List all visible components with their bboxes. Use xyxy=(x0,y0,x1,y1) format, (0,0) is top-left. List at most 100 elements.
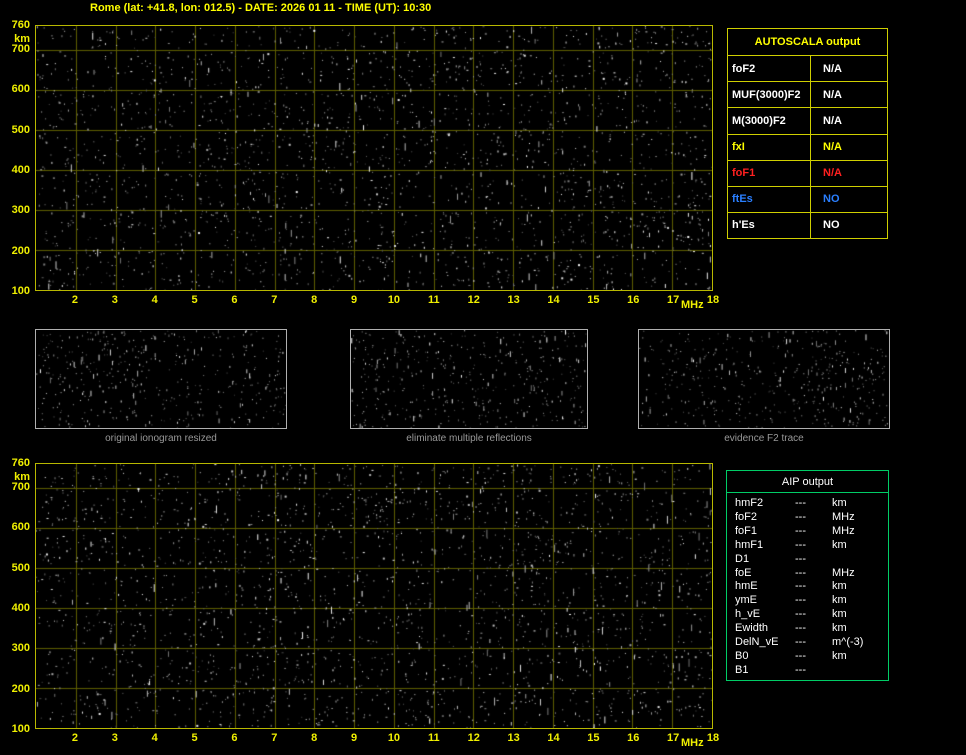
y-tick-label: 600 xyxy=(11,521,30,534)
y-tick-label: 300 xyxy=(11,204,30,217)
autoscala-row-value: N/A xyxy=(811,55,887,81)
aip-row: hmE --- km xyxy=(727,580,888,592)
aip-param-value: --- xyxy=(795,650,806,663)
aip-param-value: --- xyxy=(795,664,806,677)
aip-param-label: Ewidth xyxy=(735,622,769,635)
autoscala-row-label: M(3000)F2 xyxy=(728,107,811,134)
x-tick-label: 5 xyxy=(191,294,198,306)
aip-row: foF1 --- MHz xyxy=(727,525,888,537)
aip-row: h_vE --- km xyxy=(727,608,888,620)
x-tick-label: 7 xyxy=(271,732,278,744)
aip-param-label: B1 xyxy=(735,664,749,677)
aip-output-table: AIP output hmF2 --- km foF2 --- MHz foF1… xyxy=(726,470,889,681)
x-tick-label: 8 xyxy=(311,732,318,744)
autoscala-row-label: foF2 xyxy=(728,55,811,82)
x-tick-label: 12 xyxy=(467,732,480,744)
x-tick-label: 6 xyxy=(231,732,238,744)
aip-param-value: --- xyxy=(795,566,806,579)
ionogram-plot-bottom xyxy=(35,463,713,729)
x-axis-unit-label: MHz xyxy=(681,737,704,749)
aip-param-label: hmF2 xyxy=(735,496,764,509)
y-tick-label: 200 xyxy=(11,682,30,695)
x-tick-label: 5 xyxy=(191,732,198,744)
aip-param-value: --- xyxy=(795,496,806,509)
aip-param-value: --- xyxy=(795,608,806,621)
aip-param-label: h_vE xyxy=(735,608,761,621)
aip-param-unit: km xyxy=(832,496,847,509)
autoscala-row-label: MUF(3000)F2 xyxy=(728,81,811,108)
station-header: Rome (lat: +41.8, lon: 012.5) - DATE: 20… xyxy=(90,2,432,14)
x-tick-label: 13 xyxy=(507,732,520,744)
x-tick-label: 15 xyxy=(587,732,600,744)
x-tick-label: 2 xyxy=(71,732,78,744)
aip-param-unit: km xyxy=(832,650,847,663)
aip-row: B1 --- xyxy=(727,664,888,676)
thumbnail-caption-original: original ionogram resized xyxy=(105,433,217,444)
aip-row: D1 --- xyxy=(727,553,888,565)
ionogram-canvas-top xyxy=(36,26,712,290)
aip-param-unit xyxy=(832,664,888,676)
x-tick-label: 4 xyxy=(151,294,158,306)
aip-param-label: B0 xyxy=(735,650,749,663)
autoscala-row-value: N/A xyxy=(811,159,887,186)
x-tick-label: 15 xyxy=(587,294,600,306)
y-axis-max-label: 760 xyxy=(11,457,30,469)
aip-row: B0 --- km xyxy=(727,650,888,662)
aip-row: foE --- MHz xyxy=(727,567,888,579)
y-tick-label: 500 xyxy=(11,561,30,574)
aip-param-unit: km xyxy=(832,580,847,593)
x-tick-label: 8 xyxy=(311,294,318,306)
thumbnail-canvas-f2trace xyxy=(639,330,889,428)
y-axis-max-label: 760 xyxy=(11,19,30,31)
autoscala-app-window: Rome (lat: +41.8, lon: 012.5) - DATE: 20… xyxy=(0,0,966,755)
aip-param-unit: MHz xyxy=(832,524,855,537)
aip-param-value: --- xyxy=(795,580,806,593)
y-tick-label: 500 xyxy=(11,123,30,136)
aip-row: foF2 --- MHz xyxy=(727,511,888,523)
x-tick-label: 4 xyxy=(151,732,158,744)
thumbnail-canvas-original xyxy=(36,330,286,428)
y-tick-label: 100 xyxy=(11,285,30,297)
aip-param-label: foE xyxy=(735,566,752,579)
y-tick-label: 700 xyxy=(11,43,30,56)
aip-param-unit: km xyxy=(832,594,847,607)
x-tick-label: 3 xyxy=(111,294,118,306)
aip-param-label: foF2 xyxy=(735,510,758,523)
autoscala-row-label: h'Es xyxy=(728,211,811,238)
autoscala-row-label: fxI xyxy=(728,133,811,160)
ionogram-canvas-bottom xyxy=(36,464,712,728)
y-tick-label: 600 xyxy=(11,83,30,96)
x-tick-label: 3 xyxy=(111,732,118,744)
aip-param-label: foF1 xyxy=(735,524,758,537)
aip-param-unit: MHz xyxy=(832,566,855,579)
autoscala-row-value: NO xyxy=(811,211,887,238)
x-tick-label: 9 xyxy=(350,732,358,744)
x-tick-label: 14 xyxy=(547,294,560,306)
aip-param-label: DelN_vE xyxy=(735,636,779,649)
autoscala-row-value: NO xyxy=(811,185,887,212)
autoscala-row-value: N/A xyxy=(811,107,887,133)
aip-table-title: AIP output xyxy=(727,471,888,493)
aip-param-unit: m^(-3) xyxy=(832,636,864,649)
autoscala-table-title: AUTOSCALA output xyxy=(754,36,861,49)
aip-param-unit: km xyxy=(832,622,847,635)
y-tick-label: 100 xyxy=(11,723,30,735)
aip-param-label: hmE xyxy=(735,580,758,593)
aip-param-value: --- xyxy=(795,510,806,523)
aip-param-value: --- xyxy=(795,524,806,537)
y-tick-label: 700 xyxy=(11,481,30,494)
x-tick-label: 9 xyxy=(350,294,358,306)
x-tick-label: 16 xyxy=(627,294,640,306)
aip-param-value: --- xyxy=(795,594,806,607)
x-tick-label: 14 xyxy=(547,732,560,744)
autoscala-output-table: AUTOSCALA output foF2 N/A MUF(3000)F2 N/… xyxy=(727,28,888,239)
y-tick-label: 200 xyxy=(11,244,30,257)
y-tick-label: 400 xyxy=(11,602,30,615)
x-tick-label: 16 xyxy=(627,732,640,744)
aip-param-label: hmF1 xyxy=(735,538,764,551)
x-tick-label: 12 xyxy=(467,294,480,306)
x-axis-unit-label: MHz xyxy=(681,299,704,311)
x-tick-label: 18 xyxy=(706,732,720,744)
aip-row: Ewidth --- km xyxy=(727,622,888,634)
x-tick-label: 13 xyxy=(507,294,520,306)
